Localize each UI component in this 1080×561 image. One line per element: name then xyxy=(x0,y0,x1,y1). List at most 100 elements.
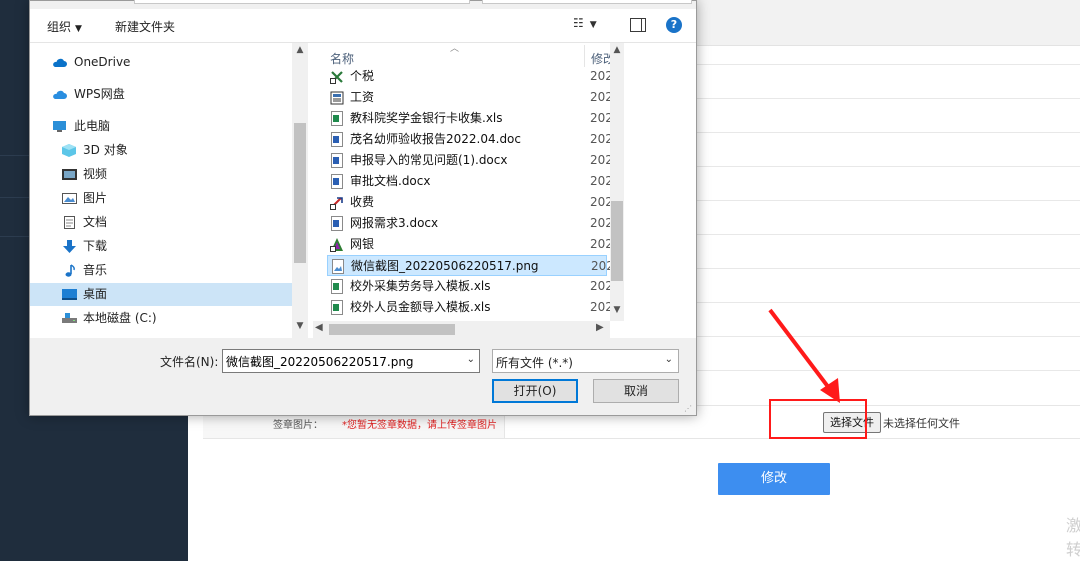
sort-ascending-icon: ︿ xyxy=(450,44,460,54)
nav-item-label: 本地磁盘 (C:) xyxy=(83,311,157,325)
file-open-dialog: 组织 ▼ 新建文件夹 ☷ ▼ ? OneDrive WPS网盘 此电脑 3D 对… xyxy=(29,0,697,416)
file-row[interactable]: 校外采集劳务导入模板.xls 202 xyxy=(327,276,613,297)
chevron-down-icon[interactable]: ▼ xyxy=(292,321,308,331)
nav-item-label: 视频 xyxy=(83,167,108,181)
chevron-up-icon[interactable]: ▲ xyxy=(292,45,308,55)
chevron-down-icon: ⌄ xyxy=(664,354,673,365)
corner-watermark-text: 激 xyxy=(1066,516,1080,535)
file-row[interactable]: 工资 202 xyxy=(327,87,613,108)
nav-item-downloads[interactable]: 下载 xyxy=(30,235,292,258)
nav-item-label: 音乐 xyxy=(83,263,108,277)
view-options-button[interactable]: ☷ ▼ xyxy=(573,16,613,36)
shortcut-icon xyxy=(330,91,344,105)
help-icon[interactable]: ? xyxy=(666,17,682,33)
document-icon xyxy=(64,216,75,229)
file-row[interactable]: 审批文档.docx 202 xyxy=(327,171,613,192)
nav-item-local-disk-c[interactable]: 本地磁盘 (C:) xyxy=(30,307,292,330)
cloud-icon xyxy=(53,90,67,99)
preview-pane-icon[interactable] xyxy=(630,18,646,32)
nav-item-music[interactable]: 音乐 xyxy=(30,259,292,282)
chevron-right-icon[interactable]: ▶ xyxy=(596,322,604,333)
chevron-left-icon[interactable]: ◀ xyxy=(315,322,323,333)
address-bar[interactable] xyxy=(134,0,470,4)
scrollbar-thumb[interactable] xyxy=(329,324,455,335)
red-highlight-box xyxy=(769,399,867,439)
nav-item-label: 下载 xyxy=(83,239,108,253)
word-file-icon xyxy=(331,216,343,231)
word-file-icon xyxy=(331,174,343,189)
new-folder-button[interactable]: 新建文件夹 xyxy=(115,18,175,35)
drive-icon xyxy=(62,313,77,323)
nav-scrollbar[interactable]: ▲ ▼ xyxy=(292,43,308,338)
nav-item-label: OneDrive xyxy=(74,55,131,69)
file-row[interactable]: 校外人员金额导入模板.xls 202 xyxy=(327,297,613,318)
shortcut-icon xyxy=(330,71,343,84)
nav-item-desktop[interactable]: 桌面 xyxy=(30,283,292,306)
modify-button[interactable]: 修改 xyxy=(718,463,830,495)
filename-input[interactable] xyxy=(226,353,456,369)
file-name: 审批文档.docx xyxy=(350,174,431,188)
file-name: 微信截图_20220506220517.png xyxy=(351,259,539,273)
shortcut-icon xyxy=(330,238,343,252)
column-divider[interactable] xyxy=(584,45,585,67)
file-name: 茂名幼师验收报告2022.04.doc xyxy=(350,132,521,146)
form-row-divider xyxy=(696,370,1080,371)
file-name: 申报导入的常见问题(1).docx xyxy=(350,153,508,167)
cube-icon xyxy=(62,144,76,157)
nav-item-pictures[interactable]: 图片 xyxy=(30,187,292,210)
nav-item-3d-objects[interactable]: 3D 对象 xyxy=(30,139,292,162)
nav-item-label: WPS网盘 xyxy=(74,87,125,101)
file-row[interactable]: 网银 202 xyxy=(327,234,613,255)
scrollbar-thumb[interactable] xyxy=(611,201,623,281)
nav-item-onedrive[interactable]: OneDrive xyxy=(30,51,292,74)
column-header-name[interactable]: 名称 xyxy=(330,50,354,67)
file-name: 教科院奖学金银行卡收集.xls xyxy=(350,111,503,125)
chevron-down-icon[interactable]: ⌄ xyxy=(467,354,475,365)
file-name: 个税 xyxy=(350,69,375,83)
filename-field[interactable]: ⌄ xyxy=(222,349,480,373)
cancel-button[interactable]: 取消 xyxy=(593,379,679,403)
file-row-selected[interactable]: 微信截图_20220506220517.png 202 xyxy=(327,255,614,276)
file-row[interactable]: 申报导入的常见问题(1).docx 202 xyxy=(327,150,613,171)
chevron-down-icon: ▼ xyxy=(75,24,82,34)
file-name: 校外人员金额导入模板.xls xyxy=(350,300,491,314)
open-button[interactable]: 打开(O) xyxy=(492,379,578,403)
file-list-horizontal-scrollbar[interactable]: ◀ ▶ xyxy=(313,321,610,338)
form-row-divider xyxy=(696,200,1080,201)
nav-item-wps-drive[interactable]: WPS网盘 xyxy=(30,83,292,106)
form-row-divider xyxy=(696,98,1080,99)
file-list-vertical-scrollbar[interactable]: ▲ ▼ xyxy=(610,43,624,321)
desktop-icon xyxy=(62,289,77,300)
search-box[interactable] xyxy=(482,0,692,4)
form-row-divider xyxy=(696,132,1080,133)
file-row[interactable]: 茂名幼师验收报告2022.04.doc 202 xyxy=(327,129,613,150)
resize-grip-icon[interactable]: ⋰ xyxy=(684,404,692,413)
nav-item-documents[interactable]: 文档 xyxy=(30,211,292,234)
no-file-selected-text: 未选择任何文件 xyxy=(883,417,960,430)
chevron-down-icon[interactable]: ▼ xyxy=(610,305,624,315)
shortcut-icon xyxy=(330,197,343,210)
nav-item-label: 图片 xyxy=(83,191,108,205)
nav-item-this-pc[interactable]: 此电脑 xyxy=(30,115,292,138)
organize-menu[interactable]: 组织 ▼ xyxy=(47,18,82,35)
file-name: 网银 xyxy=(350,237,375,251)
file-row[interactable]: 收费 202 xyxy=(327,192,613,213)
chevron-up-icon[interactable]: ▲ xyxy=(610,45,624,55)
organize-label: 组织 xyxy=(47,20,72,34)
file-row[interactable]: 个税 202 xyxy=(327,66,613,87)
file-type-value: 所有文件 (*.*) xyxy=(496,356,573,370)
form-row-divider xyxy=(696,302,1080,303)
preview-pane xyxy=(624,43,696,338)
nav-item-videos[interactable]: 视频 xyxy=(30,163,292,186)
picture-icon xyxy=(62,193,77,204)
file-row[interactable]: 网报需求3.docx 202 xyxy=(327,213,613,234)
scrollbar-thumb[interactable] xyxy=(294,123,306,263)
form-row-divider xyxy=(696,64,1080,65)
word-file-icon xyxy=(331,132,343,147)
navigation-pane: OneDrive WPS网盘 此电脑 3D 对象 视频 图片 文档 下载 音乐 … xyxy=(30,43,308,338)
word-file-icon xyxy=(331,153,343,168)
file-type-select[interactable]: 所有文件 (*.*) ⌄ xyxy=(492,349,679,373)
file-row[interactable]: 教科院奖学金银行卡收集.xls 202 xyxy=(327,108,613,129)
music-icon xyxy=(65,264,75,277)
download-icon xyxy=(63,240,76,253)
